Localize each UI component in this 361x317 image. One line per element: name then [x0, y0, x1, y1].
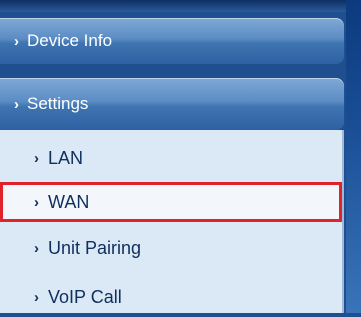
- chevron-right-icon: ›: [34, 193, 39, 211]
- submenu-item-voip-call[interactable]: › VoIP Call: [0, 277, 342, 317]
- submenu-item-unit-pairing[interactable]: › Unit Pairing: [0, 228, 342, 268]
- submenu-item-wan[interactable]: › WAN: [0, 182, 342, 222]
- chevron-right-icon: ›: [34, 288, 39, 306]
- chevron-right-icon: ›: [34, 149, 39, 167]
- chevron-right-icon: ›: [14, 95, 19, 113]
- top-band: [0, 0, 361, 12]
- submenu-item-lan[interactable]: › LAN: [0, 138, 342, 178]
- submenu-item-label: LAN: [48, 147, 84, 168]
- nav-settings-button[interactable]: › Settings: [0, 78, 344, 130]
- submenu-item-label: Unit Pairing: [48, 237, 142, 258]
- nav-settings-label: Settings: [27, 94, 89, 113]
- chevron-right-icon: ›: [34, 239, 39, 257]
- submenu-item-label: VoIP Call: [48, 286, 122, 307]
- submenu-item-label: WAN: [48, 191, 90, 212]
- nav-device-info-button[interactable]: › Device Info: [0, 18, 344, 64]
- chevron-right-icon: ›: [14, 32, 19, 50]
- nav-device-info-label: Device Info: [27, 31, 113, 50]
- right-background: [346, 0, 361, 313]
- settings-submenu: › LAN › WAN › Unit Pairing › VoIP Call: [0, 130, 344, 313]
